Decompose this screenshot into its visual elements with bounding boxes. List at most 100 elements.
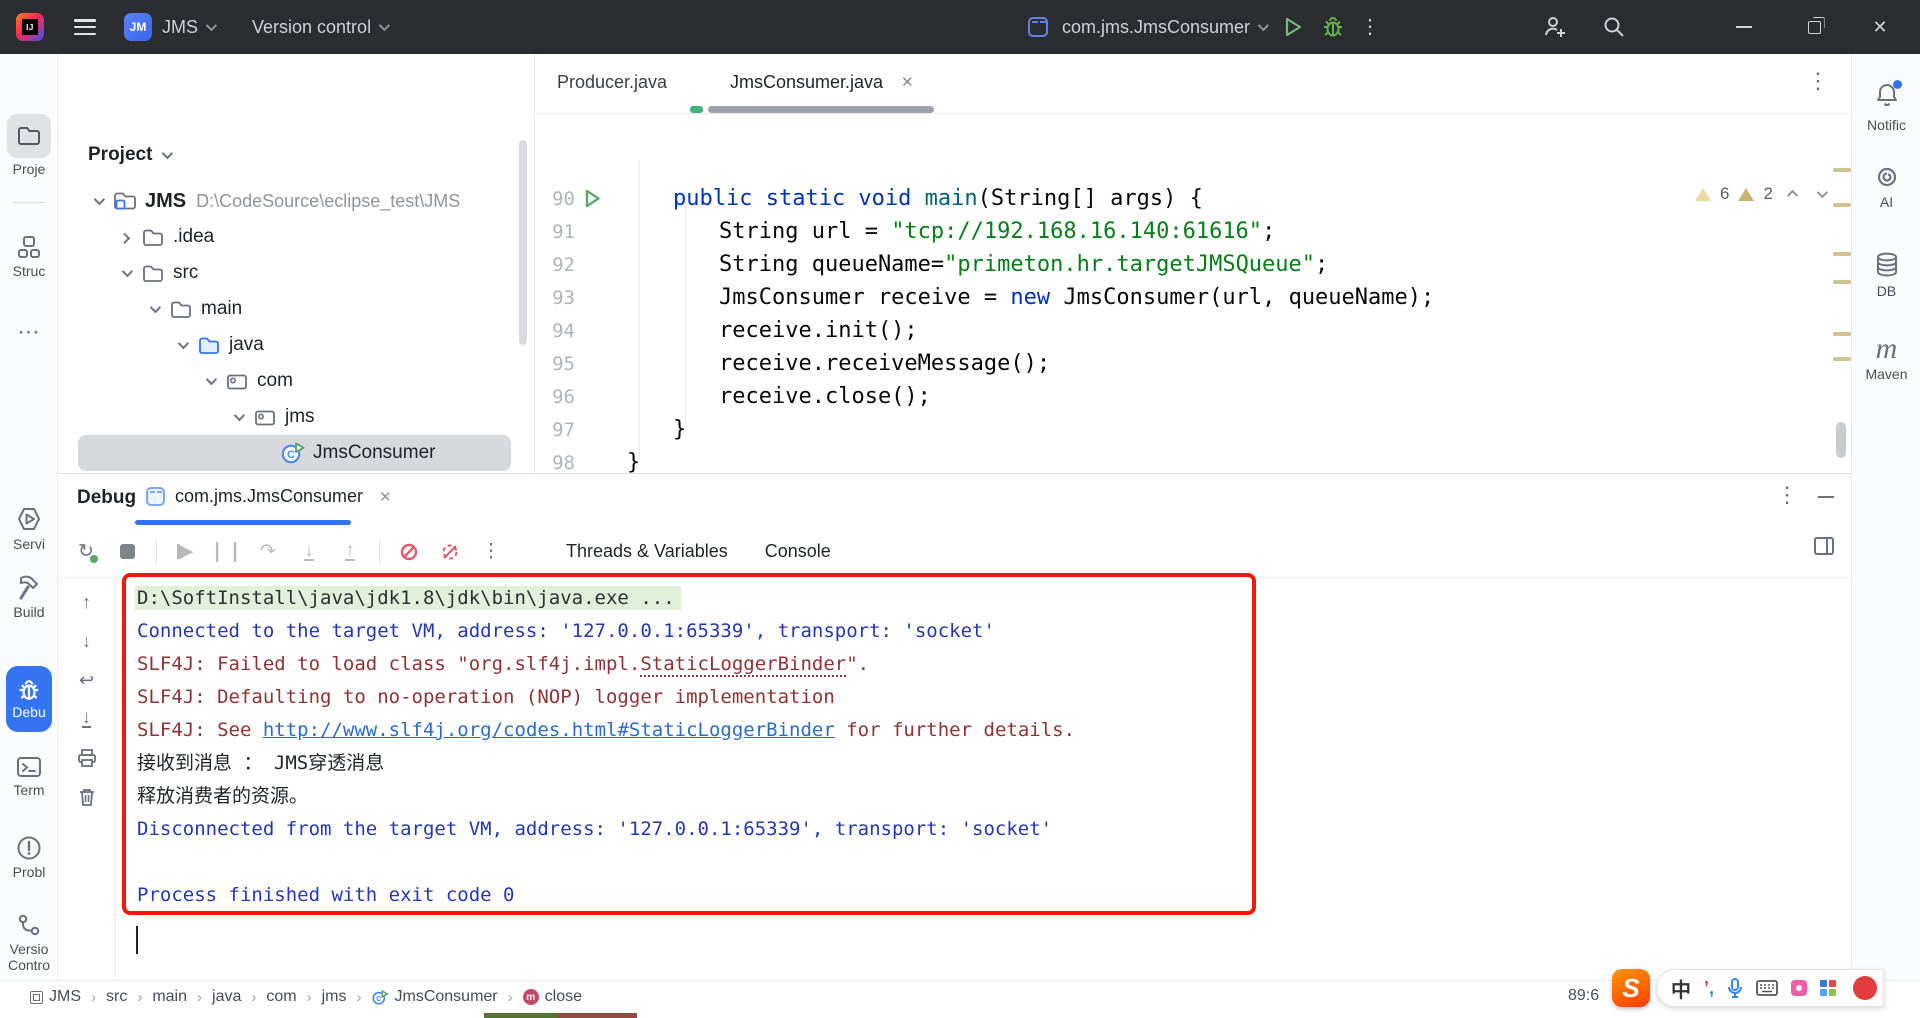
main-menu-icon[interactable] xyxy=(74,19,96,35)
console-output[interactable]: D:\SoftInstall\java\jdk1.8\jdk\bin\java.… xyxy=(137,582,1831,912)
code-line[interactable]: 90public static void main(String[] args)… xyxy=(535,182,1811,215)
sidebar-item-project[interactable]: Proje xyxy=(0,114,58,177)
breadcrumb-item[interactable]: mclose xyxy=(523,988,582,1006)
tree-chevron[interactable] xyxy=(225,413,251,421)
breadcrumb-item[interactable]: src xyxy=(106,988,127,1006)
tab-threads-variables[interactable]: Threads & Variables xyxy=(566,541,728,562)
tree-chevron[interactable] xyxy=(85,197,111,205)
sidebar-item-ai[interactable]: AI xyxy=(1852,164,1920,210)
tab-console[interactable]: Console xyxy=(765,541,831,562)
soft-wrap-button[interactable]: ↩ xyxy=(75,668,99,692)
project-scrollbar[interactable] xyxy=(519,140,527,345)
warning-stripe-mark[interactable] xyxy=(1833,280,1851,284)
mute-breakpoints-button[interactable] xyxy=(397,540,421,564)
caret-position[interactable]: 89:6 xyxy=(1568,987,1599,1005)
code-line[interactable]: 92String queueName="primeton.hr.targetJM… xyxy=(535,248,1811,281)
ime-language-toggle[interactable]: 中 xyxy=(1671,974,1691,1003)
run-button[interactable] xyxy=(1280,16,1306,38)
debug-session-tab[interactable]: com.jms.JmsConsumer ✕ xyxy=(146,486,392,507)
tree-chevron[interactable] xyxy=(141,305,167,313)
tab-producer-java[interactable]: Producer.java xyxy=(557,72,667,93)
scroll-up-button[interactable]: ↑ xyxy=(75,590,99,614)
run-line-icon[interactable] xyxy=(584,189,601,208)
breadcrumb-item[interactable]: JMS xyxy=(30,988,81,1006)
close-button[interactable]: ✕ xyxy=(1862,12,1898,42)
minimize-button[interactable] xyxy=(1726,12,1762,42)
tree-row[interactable]: src xyxy=(78,255,511,291)
restore-button[interactable] xyxy=(1796,12,1832,42)
ime-toolbox-icon[interactable] xyxy=(1820,980,1836,996)
code-area[interactable]: 90public static void main(String[] args)… xyxy=(535,182,1811,473)
keyboard-icon[interactable] xyxy=(1756,980,1778,996)
breadcrumb-item[interactable]: CJmsConsumer xyxy=(372,988,498,1006)
run-config-selector[interactable]: com.jms.JmsConsumer xyxy=(1062,17,1266,38)
search-button[interactable] xyxy=(1596,12,1632,42)
project-panel-header[interactable]: Project xyxy=(88,144,170,166)
next-problem-icon[interactable] xyxy=(1817,187,1828,198)
warning-stripe-mark[interactable] xyxy=(1833,203,1851,207)
warning-stripe-mark[interactable] xyxy=(1833,168,1851,172)
sidebar-item-more[interactable]: ⋯ xyxy=(0,319,58,345)
workspace-avatar[interactable]: JM xyxy=(124,13,152,41)
step-into-button[interactable]: ↓ xyxy=(297,540,321,564)
microphone-icon[interactable] xyxy=(1727,978,1743,998)
sidebar-item-problems[interactable]: Probl xyxy=(0,835,58,880)
scroll-down-button[interactable]: ↓ xyxy=(75,629,99,653)
sidebar-item-services[interactable]: Servi xyxy=(0,505,58,552)
sidebar-item-build[interactable]: Build xyxy=(0,575,58,620)
vcs-menu[interactable]: Version control xyxy=(252,17,387,38)
view-breakpoints-button[interactable] xyxy=(438,540,462,564)
tree-row[interactable]: jms xyxy=(78,399,511,435)
breadcrumb-item[interactable]: main xyxy=(152,988,187,1006)
tree-row[interactable]: .idea xyxy=(78,219,511,255)
tree-chevron[interactable] xyxy=(113,269,139,277)
stop-button[interactable] xyxy=(115,540,139,564)
sogou-logo-icon[interactable]: S xyxy=(1612,969,1650,1007)
ime-skin-icon[interactable] xyxy=(1791,980,1807,996)
hide-panel-button[interactable] xyxy=(1818,496,1834,498)
sidebar-item-terminal[interactable]: Term xyxy=(0,755,58,798)
project-selector[interactable]: JMS xyxy=(162,17,214,38)
code-line[interactable]: 95receive.receiveMessage(); xyxy=(535,347,1811,380)
tree-row[interactable]: main xyxy=(78,291,511,327)
close-session-icon[interactable]: ✕ xyxy=(379,488,392,506)
sidebar-item-debug[interactable]: Debu xyxy=(6,666,52,732)
breadcrumb-item[interactable]: com xyxy=(266,988,296,1006)
tree-row[interactable]: JMSD:\CodeSource\eclipse_test\JMS xyxy=(78,183,511,219)
warning-stripe-mark[interactable] xyxy=(1833,357,1851,361)
tree-row[interactable]: java xyxy=(78,327,511,363)
sidebar-item-maven[interactable]: m Maven xyxy=(1852,336,1920,382)
scroll-to-end-button[interactable]: ↓ xyxy=(75,707,99,731)
tree-chevron[interactable] xyxy=(113,233,139,241)
rerun-button[interactable]: ↻ xyxy=(74,540,98,564)
warning-stripe-mark[interactable] xyxy=(1833,252,1851,256)
sidebar-item-structure[interactable]: Struc xyxy=(0,234,58,279)
breadcrumb-item[interactable]: jms xyxy=(322,988,347,1006)
editor-options-kebab[interactable]: ⋮ xyxy=(1807,68,1829,94)
tree-row[interactable]: CJmsConsumer xyxy=(78,435,511,471)
code-line[interactable]: 96receive.close(); xyxy=(535,380,1811,413)
toolbar-kebab[interactable]: ⋮ xyxy=(479,540,503,564)
debug-options-kebab[interactable]: ⋮ xyxy=(1776,482,1798,508)
warning-stripe-mark[interactable] xyxy=(1833,332,1851,336)
pause-button[interactable]: ❘❘ xyxy=(215,540,239,564)
step-over-button[interactable]: ↷ xyxy=(256,540,280,564)
tree-chevron[interactable] xyxy=(169,341,195,349)
step-out-button[interactable]: ↑ xyxy=(338,540,362,564)
print-button[interactable] xyxy=(75,746,99,770)
tree-row[interactable]: com xyxy=(78,363,511,399)
tree-chevron[interactable] xyxy=(197,377,223,385)
tab-jmsconsumer-java[interactable]: JmsConsumer.java xyxy=(730,72,883,93)
console-link[interactable]: http://www.slf4j.org/codes.html#StaticLo… xyxy=(263,719,835,741)
code-line[interactable]: 93JmsConsumer receive = new JmsConsumer(… xyxy=(535,281,1811,314)
sidebar-item-database[interactable]: DB xyxy=(1852,251,1920,299)
tab-close-icon[interactable]: ✕ xyxy=(901,73,914,91)
code-line[interactable]: 91String url = "tcp://192.168.16.140:616… xyxy=(535,215,1811,248)
code-line[interactable]: 97} xyxy=(535,413,1811,446)
add-user-button[interactable] xyxy=(1537,12,1573,42)
resume-button[interactable]: ▶ xyxy=(174,540,198,564)
sidebar-item-version-control[interactable]: Versio Contro xyxy=(0,912,58,973)
breadcrumb-item[interactable]: java xyxy=(212,988,241,1006)
run-more-options[interactable]: ⋮ xyxy=(1360,17,1380,37)
ime-punctuation-toggle[interactable]: ’, xyxy=(1704,978,1714,999)
